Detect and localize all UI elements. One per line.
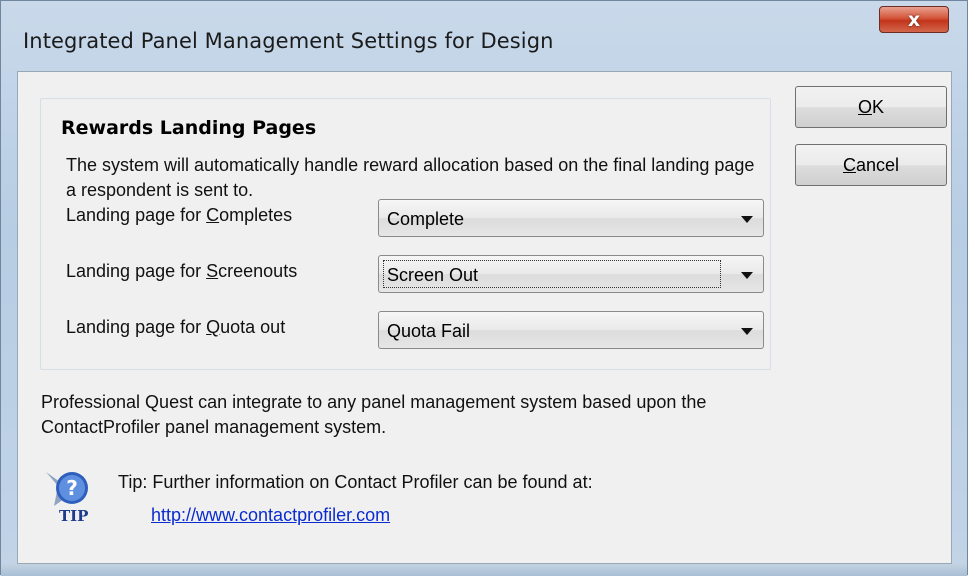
ok-label-rest: K — [872, 96, 885, 117]
close-button[interactable]: x — [879, 6, 949, 33]
screenouts-label: Landing page for Screenouts — [66, 261, 297, 282]
quota-label-text-rest: uota out — [220, 317, 286, 337]
screenouts-label-text-rest: creenouts — [218, 261, 298, 281]
screenouts-select[interactable]: Screen Out — [378, 255, 764, 293]
contactprofiler-link[interactable]: http://www.contactprofiler.com — [151, 505, 390, 526]
svg-text:?: ? — [66, 476, 78, 500]
cancel-accesskey: C — [842, 154, 856, 175]
close-icon: x — [907, 8, 921, 31]
chevron-down-icon[interactable] — [741, 272, 753, 279]
cancel-button[interactable]: Cancel — [795, 144, 947, 186]
screenouts-label-accesskey: S — [206, 261, 219, 281]
dialog-client-area: Rewards Landing Pages The system will au… — [17, 71, 952, 564]
completes-label-text: Landing page for — [66, 205, 207, 225]
quota-label-text: Landing page for — [66, 317, 207, 337]
cancel-label-rest: ancel — [855, 154, 900, 175]
tip-text: Tip: Further information on Contact Prof… — [118, 472, 593, 492]
ok-button[interactable]: OK — [795, 86, 947, 128]
tip-label: TIP — [59, 507, 89, 525]
completes-label-accesskey: C — [206, 205, 220, 225]
window-title: Integrated Panel Management Settings for… — [23, 29, 554, 53]
info-text: Professional Quest can integrate to any … — [41, 392, 707, 437]
screenouts-select-value: Screen Out — [387, 265, 479, 285]
title-bar[interactable]: Integrated Panel Management Settings for… — [1, 1, 967, 71]
chevron-down-icon[interactable] — [741, 328, 753, 335]
quota-label-accesskey: Q — [206, 317, 221, 337]
group-title: Rewards Landing Pages — [61, 117, 317, 139]
screenouts-label-text: Landing page for — [66, 261, 207, 281]
dialog-window: Integrated Panel Management Settings for… — [0, 0, 968, 576]
completes-label: Landing page for Completes — [66, 205, 292, 226]
completes-select[interactable]: Complete — [378, 199, 764, 237]
window-bottom-frame — [1, 564, 967, 576]
quota-select-value: Quota Fail — [387, 321, 471, 341]
quota-select[interactable]: Quota Fail — [378, 311, 764, 349]
chevron-down-icon[interactable] — [741, 216, 753, 223]
ok-accesskey: O — [857, 96, 872, 117]
group-description: The system will automatically handle rew… — [66, 155, 755, 200]
completes-select-value: Complete — [387, 209, 465, 229]
completes-label-text-rest: ompletes — [219, 205, 293, 225]
rewards-group: Rewards Landing Pages The system will au… — [40, 98, 771, 370]
quota-label: Landing page for Quota out — [66, 317, 285, 338]
